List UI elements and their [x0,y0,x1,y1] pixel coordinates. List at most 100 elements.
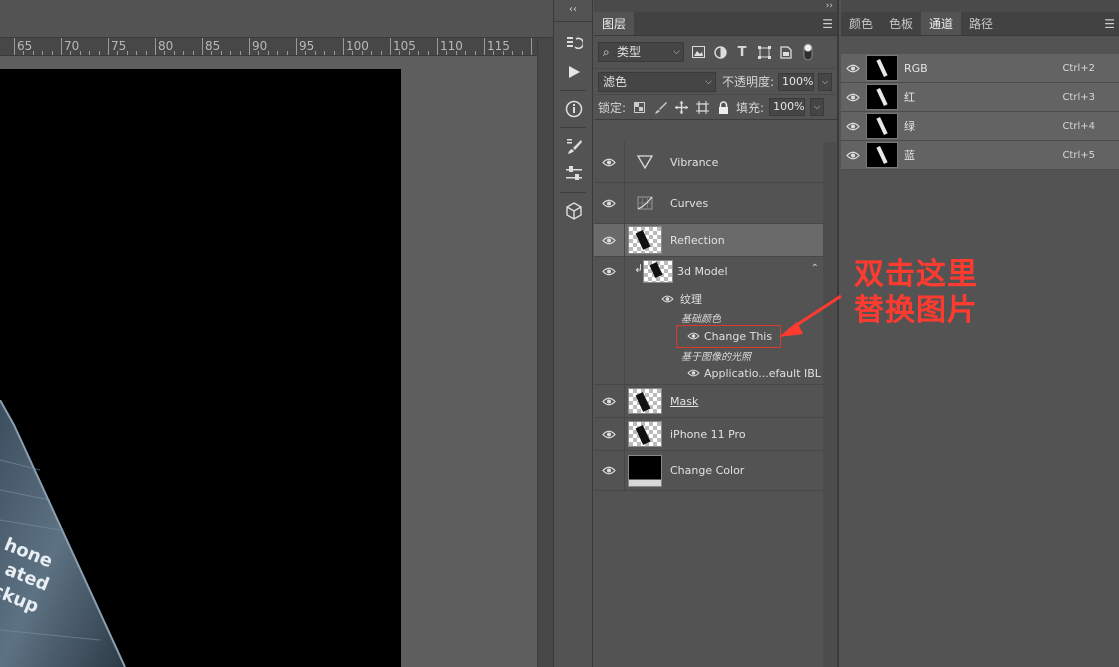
ruler-tick [221,51,222,55]
ruler-tick [211,51,212,55]
pixel-filter-icon[interactable] [690,44,706,60]
sublayer-ibl-item[interactable]: Applicatio...efault IBL [687,364,821,382]
collapse-right-button[interactable]: ›› [594,0,837,12]
eye-icon[interactable] [841,64,865,73]
eye-icon[interactable] [841,93,865,102]
tab-layers[interactable]: 图层 [594,12,635,35]
ruler-tick [249,38,250,55]
smart-object-filter-icon[interactable] [778,44,794,60]
history-icon[interactable] [554,30,594,58]
eye-icon [602,267,616,276]
opacity-input[interactable]: 100% [778,72,815,91]
channel-name: 绿 [904,120,915,133]
document-canvas-area[interactable]: 65 70 75 80 85 90 95 100 105 110 115 hon… [0,0,553,667]
layer-row-iphone[interactable]: iPhone 11 Pro [594,418,823,451]
channel-shortcut: Ctrl+4 [1062,120,1095,132]
collapse-left-button[interactable]: ‹‹ [554,0,592,22]
visibility-toggle[interactable] [594,224,625,256]
ruler-tick [230,51,231,55]
annotation-text: 双击这里 替换图片 [854,257,978,329]
ruler-tick [23,51,24,55]
tab-color[interactable]: 颜色 [841,12,881,35]
layers-scrollbar[interactable] [823,142,837,667]
tab-paths[interactable]: 路径 [961,12,1001,35]
tab-channels[interactable]: 通道 [921,12,962,35]
layer-row-change-color[interactable]: Change Color [594,451,823,491]
lock-transparent-icon[interactable] [631,99,647,115]
ruler-tick [456,51,457,55]
visibility-toggle[interactable] [594,418,625,450]
ruler-tick [155,38,156,55]
channels-panel: 颜色 色板 通道 路径 ☰ RGB Ctrl+2 红 Ctrl+3 绿 Ctrl… [841,0,1119,667]
layer-row-vibrance[interactable]: Vibrance [594,142,823,183]
lock-pixels-icon[interactable] [652,99,668,115]
ruler-tick [33,51,34,55]
filter-toggle-icon[interactable] [800,43,816,61]
play-icon[interactable] [554,58,594,86]
visibility-toggle[interactable] [594,142,625,182]
layer-filter-row: ⌕ 类型 ⌵ T [594,36,837,68]
panel-menu-icon[interactable]: ☰ [822,12,833,36]
layer-row-reflection[interactable]: Reflection [594,224,823,257]
collapse-chevron-icon[interactable]: ⌃ [811,263,819,274]
lock-all-icon[interactable] [715,99,731,115]
channel-thumbnail [866,142,898,168]
layer-row-curves[interactable]: Curves [594,183,823,224]
ruler-tick [418,51,419,55]
eye-icon [602,397,616,405]
ruler-tick [522,51,523,55]
ruler-tick [108,38,109,55]
visibility-toggle[interactable] [594,183,625,223]
ruler-tick [136,51,137,55]
ruler-label: 100 [346,39,369,53]
lock-artboard-icon[interactable] [694,99,710,115]
layer-row-mask[interactable]: Mask [594,385,823,418]
ruler-tick [14,38,15,55]
tab-swatches[interactable]: 色板 [881,12,921,35]
ruler-tick [240,51,241,55]
ruler-tick [99,51,100,55]
eye-icon[interactable] [841,151,865,160]
ruler-tick [277,51,278,55]
3d-icon[interactable] [554,197,594,225]
collapse-bar [841,0,1119,12]
ruler-tick [334,51,335,55]
fill-input[interactable]: 100% [769,98,806,116]
channel-row-green[interactable]: 绿 Ctrl+4 [841,112,1119,141]
sublayer-label: Applicatio...efault IBL [704,366,821,380]
brush-presets-icon[interactable] [554,132,594,160]
curves-icon [628,196,662,210]
ruler-tick [42,51,43,55]
type-filter-icon[interactable]: T [734,44,750,60]
chevron-down-icon: ⌵ [705,76,712,87]
channel-name: RGB [904,61,928,75]
eye-icon[interactable] [841,122,865,131]
ruler-tick [381,51,382,55]
ruler-tick [258,51,259,55]
sublayer-ibl: 基于图像的光照 [681,351,751,363]
sublayer-texture[interactable]: 纹理 [661,290,702,308]
adjustment-filter-icon[interactable] [712,44,728,60]
ruler-tick [475,51,476,55]
blend-mode-select[interactable]: 滤色 ⌵ [598,71,716,92]
channel-name: 红 [904,91,915,104]
layer-kind-filter[interactable]: ⌕ 类型 ⌵ [598,42,684,62]
fill-dropdown-arrow[interactable]: ⌵ [810,98,825,116]
channel-row-red[interactable]: 红 Ctrl+3 [841,83,1119,112]
ruler-tick [324,51,325,55]
panel-menu-icon[interactable]: ☰ [1104,12,1115,36]
shape-filter-icon[interactable] [756,44,772,60]
info-icon[interactable] [554,95,594,123]
channel-row-blue[interactable]: 蓝 Ctrl+5 [841,141,1119,170]
visibility-toggle[interactable] [594,451,625,490]
ruler-tick [268,51,269,55]
opacity-dropdown-arrow[interactable]: ⌵ [818,72,833,91]
channel-row-rgb[interactable]: RGB Ctrl+2 [841,54,1119,83]
vertical-scrollbar[interactable] [537,38,553,667]
ruler-tick [183,51,184,55]
lock-position-icon[interactable] [673,99,689,115]
visibility-toggle[interactable] [594,385,625,417]
visibility-toggle[interactable] [594,257,625,384]
adjustments-icon[interactable] [554,160,594,188]
ruler-tick [164,51,165,55]
